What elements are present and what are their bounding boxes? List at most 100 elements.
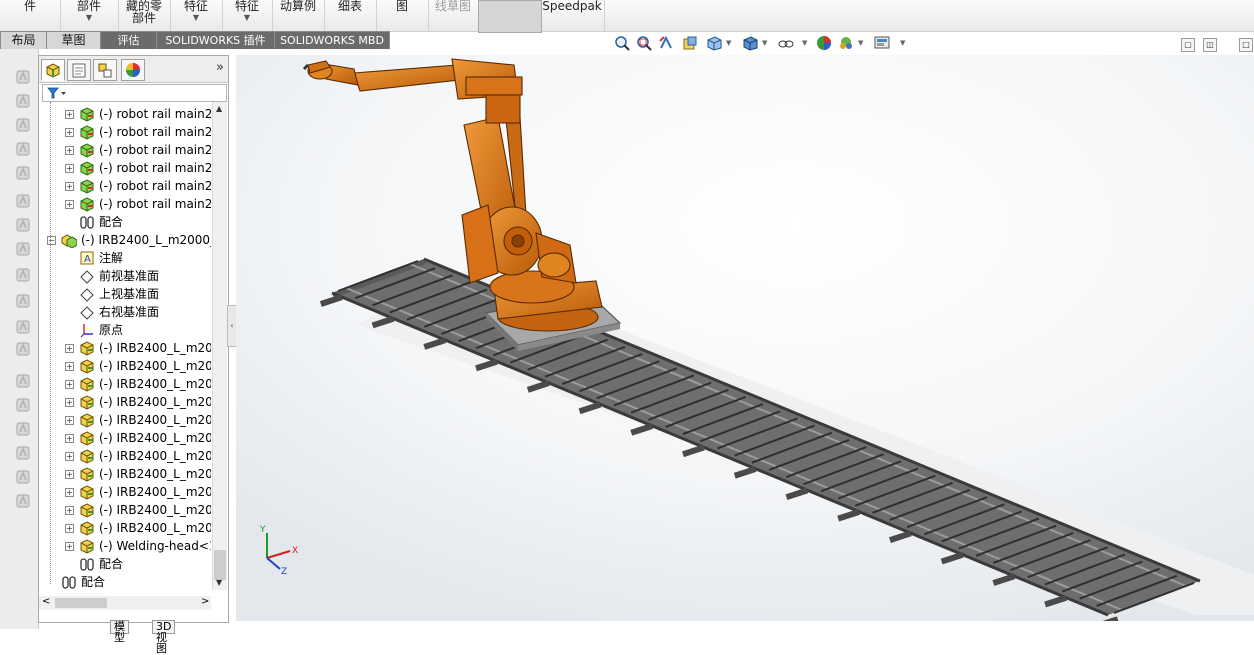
scroll-up-icon[interactable]: ▲ <box>216 104 222 113</box>
expand-icon[interactable]: + <box>65 524 74 533</box>
hide-show-items-icon[interactable] <box>778 35 794 51</box>
ribbon-button-4[interactable]: 特征 ▼ <box>170 0 223 31</box>
ribbon-button-5[interactable]: 特征 ▼ <box>222 0 273 31</box>
tool-icon-9[interactable] <box>15 267 31 283</box>
ribbon-button-7[interactable]: 细表 <box>324 0 377 31</box>
expand-icon[interactable]: + <box>65 380 74 389</box>
tree-filter-field[interactable] <box>42 84 227 102</box>
tree-item[interactable]: + (-) IRB2400_L_m200 <box>39 357 211 375</box>
expand-icon[interactable]: + <box>65 398 74 407</box>
expand-icon[interactable]: + <box>65 452 74 461</box>
tree-item[interactable]: 原点 <box>39 321 211 339</box>
display-manager-tab[interactable] <box>121 59 145 81</box>
command-tab-4[interactable]: SOLIDWORKS 插件 <box>156 31 275 49</box>
tree-item[interactable]: + (-) robot rail main2 <box>39 195 211 213</box>
expand-icon[interactable]: + <box>65 110 74 119</box>
tool-icon-5[interactable] <box>15 165 31 181</box>
tree-item[interactable]: 配合 <box>39 213 211 231</box>
tree-item[interactable]: A 注解 <box>39 249 211 267</box>
dropdown-arrow-icon[interactable]: ▼ <box>170 12 222 24</box>
tool-icon-18[interactable] <box>15 493 31 509</box>
tree-item[interactable]: 前视基准面 <box>39 267 211 285</box>
display-style-icon[interactable] <box>742 35 758 51</box>
expand-icon[interactable]: + <box>65 344 74 353</box>
dropdown-arrow-icon[interactable]: ▼ <box>222 12 272 24</box>
scroll-right-icon[interactable]: > <box>201 596 209 607</box>
horizontal-scroll-thumb[interactable] <box>55 598 107 608</box>
graphics-area[interactable]: Y X Z <box>236 55 1254 621</box>
tile-window-button[interactable]: ◫ <box>1203 38 1217 52</box>
model-viewport-svg[interactable]: Y X Z <box>236 55 1254 621</box>
scroll-thumb[interactable] <box>214 550 226 580</box>
tool-icon-17[interactable] <box>15 469 31 485</box>
restore-window-button[interactable]: ▢ <box>1181 38 1195 52</box>
tree-item[interactable]: + (-) IRB2400_L_m200 <box>39 339 211 357</box>
tool-icon-1[interactable] <box>15 69 31 85</box>
tree-item[interactable]: − (-) IRB2400_L_m2000_r <box>39 231 211 249</box>
zoom-to-area-icon[interactable] <box>636 35 652 51</box>
tool-icon-11[interactable] <box>15 319 31 335</box>
expand-icon[interactable]: + <box>65 506 74 515</box>
scroll-left-icon[interactable]: < <box>42 596 50 607</box>
tool-icon-6[interactable] <box>15 193 31 209</box>
expand-panel-chevron[interactable]: » <box>216 60 224 75</box>
command-tab-3[interactable]: 评估 <box>100 31 157 49</box>
ribbon-button-3[interactable]: 藏的零 部件 <box>118 0 171 31</box>
feature-manager-tab[interactable] <box>41 59 65 81</box>
expand-icon[interactable]: + <box>65 146 74 155</box>
dropdown-arrow-icon[interactable]: ▼ <box>802 39 807 47</box>
dropdown-arrow-icon[interactable]: ▼ <box>726 39 731 47</box>
tree-item[interactable]: 配合 <box>39 573 211 591</box>
expand-icon[interactable]: + <box>65 488 74 497</box>
tool-icon-13[interactable] <box>15 373 31 389</box>
view-settings-icon[interactable] <box>874 35 890 51</box>
previous-view-icon[interactable] <box>658 35 674 51</box>
tree-item[interactable]: + (-) IRB2400_L_m200 <box>39 519 211 537</box>
expand-icon[interactable]: + <box>65 416 74 425</box>
tool-icon-2[interactable] <box>15 93 31 109</box>
apply-scene-icon[interactable] <box>838 35 854 51</box>
zoom-to-fit-icon[interactable] <box>614 35 630 51</box>
bottom-tab-2[interactable]: 3D 视图 <box>152 620 176 654</box>
tree-item[interactable]: 配合 <box>39 555 211 573</box>
scroll-down-icon[interactable]: ▼ <box>216 578 222 587</box>
tree-item[interactable]: + (-) robot rail main2 <box>39 177 211 195</box>
tree-item[interactable]: + (-) IRB2400_L_m200 <box>39 411 211 429</box>
collapse-icon[interactable]: − <box>47 236 56 245</box>
expand-icon[interactable]: + <box>65 128 74 137</box>
property-manager-tab[interactable] <box>67 59 91 81</box>
tree-horizontal-scrollbar[interactable]: < > <box>39 596 211 610</box>
tool-icon-8[interactable] <box>15 241 31 257</box>
expand-icon[interactable]: + <box>65 434 74 443</box>
tree-item[interactable]: + (-) IRB2400_L_m200 <box>39 375 211 393</box>
ribbon-button-11[interactable]: Speedpak <box>540 0 605 31</box>
expand-icon[interactable]: + <box>65 362 74 371</box>
tool-icon-7[interactable] <box>15 217 31 233</box>
tree-item[interactable]: + (-) robot rail main2 <box>39 105 211 123</box>
tree-item[interactable]: + (-) IRB2400_L_m200 <box>39 465 211 483</box>
tool-icon-14[interactable] <box>15 397 31 413</box>
tree-item[interactable]: + (-) IRB2400_L_m200 <box>39 501 211 519</box>
view-orientation-icon[interactable] <box>706 35 722 51</box>
tree-item[interactable]: 上视基准面 <box>39 285 211 303</box>
command-tab-1[interactable]: 布局 <box>0 31 47 49</box>
expand-icon[interactable]: + <box>65 470 74 479</box>
ribbon-button-6[interactable]: 动算例 <box>272 0 325 31</box>
tool-icon-3[interactable] <box>15 117 31 133</box>
tool-icon-12[interactable] <box>15 341 31 357</box>
command-tab-2[interactable]: 草图 <box>46 31 101 49</box>
expand-icon[interactable]: + <box>65 164 74 173</box>
ribbon-button-1[interactable]: 件 <box>0 0 61 31</box>
tree-item[interactable]: + (-) robot rail main2 <box>39 159 211 177</box>
ribbon-button-10[interactable] <box>478 0 542 33</box>
tree-vertical-scrollbar[interactable]: ▲ ▼ <box>212 102 227 590</box>
dropdown-arrow-icon[interactable]: ▼ <box>858 39 863 47</box>
ribbon-button-2[interactable]: 部件 ▼ <box>60 0 119 31</box>
filter-icon[interactable] <box>47 86 67 100</box>
tree-item[interactable]: + (-) IRB2400_L_m200 <box>39 393 211 411</box>
expand-icon[interactable]: + <box>65 542 74 551</box>
ribbon-button-8[interactable]: 图 <box>376 0 429 31</box>
bottom-tab-1[interactable]: 模型 <box>110 620 129 643</box>
tree-item[interactable]: + (-) Welding-head<1 <box>39 537 211 555</box>
tool-icon-16[interactable] <box>15 445 31 461</box>
